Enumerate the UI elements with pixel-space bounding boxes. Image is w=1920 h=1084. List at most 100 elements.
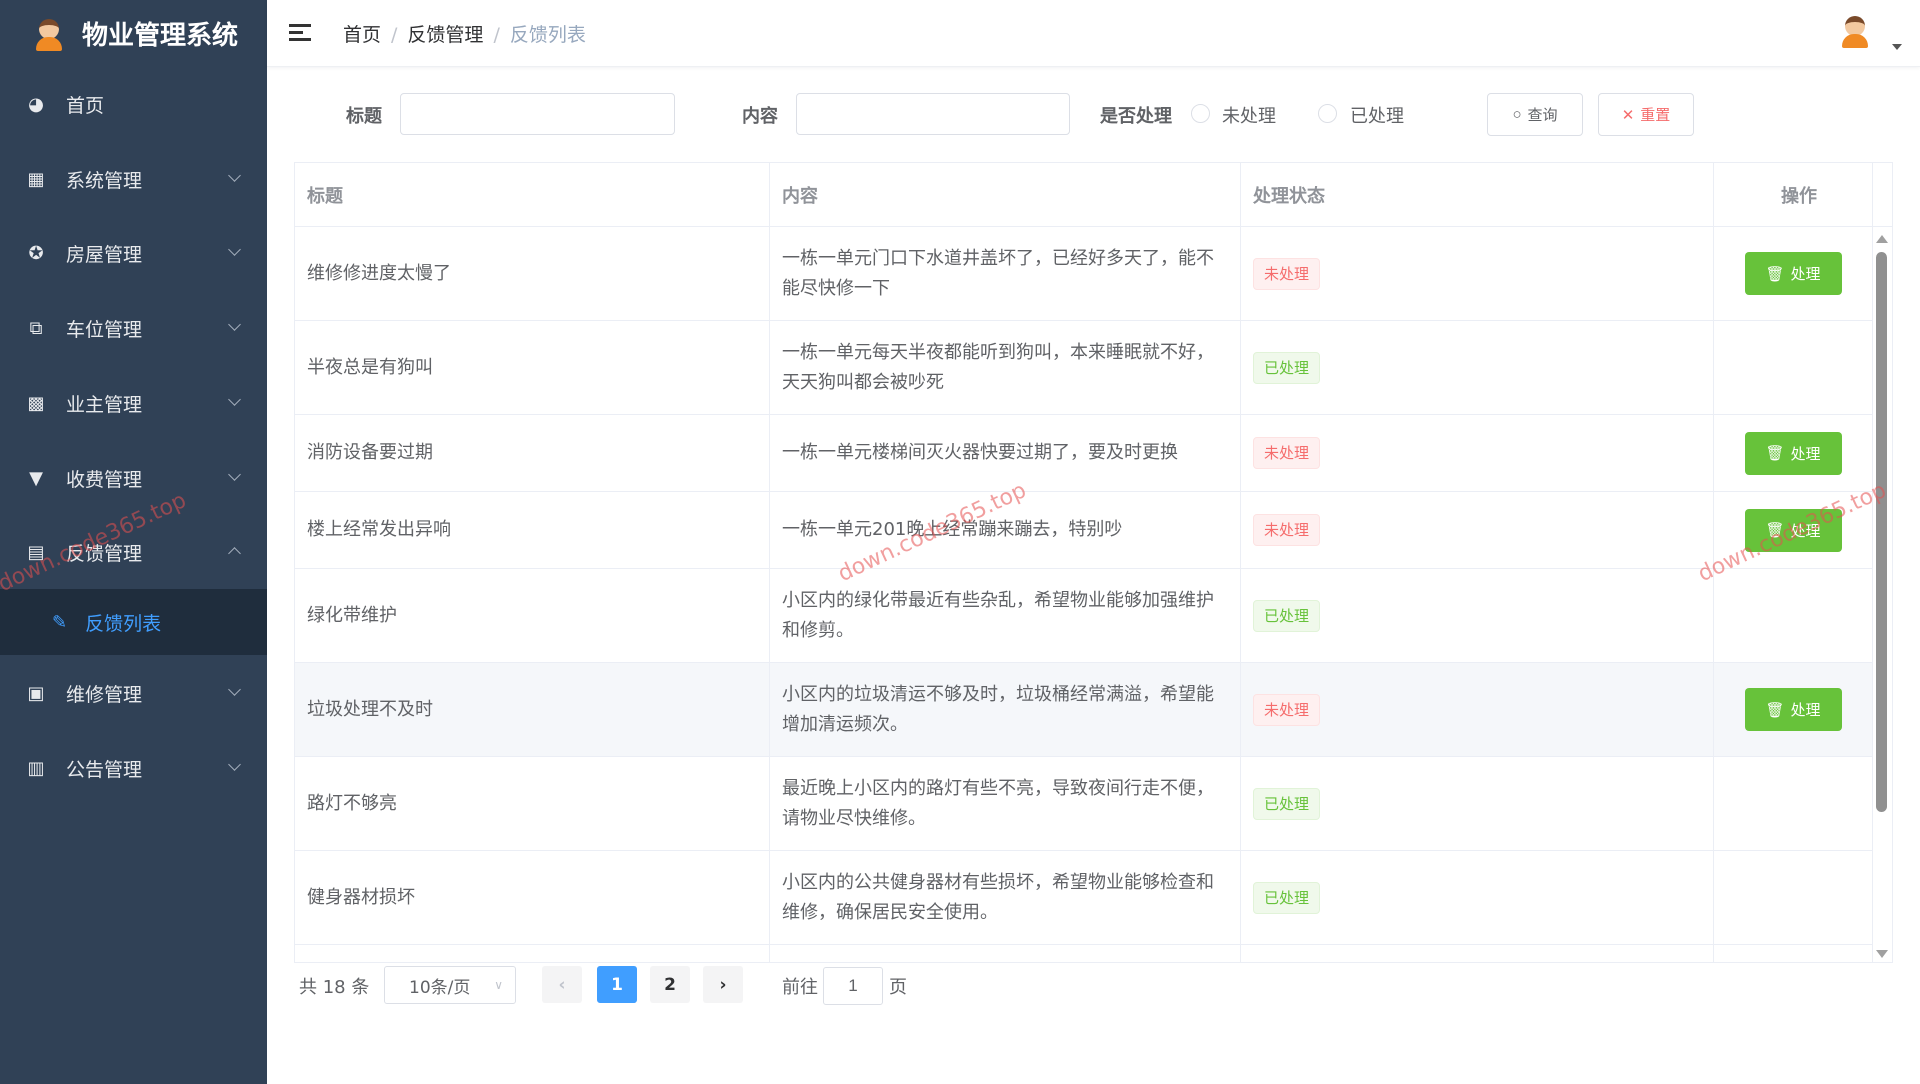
cell-content: 一栋一单元门口下水道井盖坏了，已经好多天了，能不能尽快修一下 <box>770 227 1241 320</box>
title-filter-label: 标题 <box>346 102 382 128</box>
status-badge: 已处理 <box>1253 788 1320 820</box>
document-icon: ▥ <box>26 758 46 778</box>
page-1-button[interactable]: 1 <box>597 966 637 1003</box>
cell-title: 维修修进度太慢了 <box>295 227 770 320</box>
cell-content: 一栋一单元每天半夜都能听到狗叫，本来睡眠就不好，天天狗叫都会被吵死 <box>770 321 1241 414</box>
cell-content: 小区内的绿化带最近有些杂乱，希望物业能够加强维护和修剪。 <box>770 569 1241 662</box>
status-badge: 已处理 <box>1253 352 1320 384</box>
sidebar-item-notice[interactable]: ▥公告管理 <box>0 738 267 798</box>
radio-processed[interactable] <box>1318 104 1337 123</box>
reset-button[interactable]: ✕重置 <box>1598 93 1694 136</box>
sidebar-item-label: 业主管理 <box>66 390 142 417</box>
cell-content: 小区内的垃圾清运不够及时，垃圾桶经常满溢，希望能增加清运频次。 <box>770 663 1241 756</box>
chevron-down-icon <box>228 393 241 406</box>
table-scrollbar[interactable] <box>1871 227 1892 963</box>
process-button[interactable]: 🗑 处理 <box>1745 252 1842 295</box>
cell-title: 垃圾处理不及时 <box>295 663 770 756</box>
edit-icon: ✎ <box>52 612 67 633</box>
sidebar-item-house[interactable]: ✪房屋管理 <box>0 223 267 283</box>
sidebar-item-label: 首页 <box>66 91 104 118</box>
logo: 物业管理系统 <box>0 0 267 67</box>
breadcrumb-feedback[interactable]: 反馈管理 <box>407 24 483 46</box>
radio-unprocessed[interactable] <box>1191 104 1210 123</box>
breadcrumb-home[interactable]: 首页 <box>343 24 381 46</box>
grid-icon: ▦ <box>26 169 46 189</box>
table-row: 维修修进度太慢了 一栋一单元门口下水道井盖坏了，已经好多天了，能不能尽快修一下 … <box>295 227 1873 321</box>
process-button[interactable]: 🗑处理 <box>1745 432 1842 475</box>
process-button[interactable]: 🗑处理 <box>1745 688 1842 731</box>
table-row: 路灯不够亮 最近晚上小区内的路灯有些不亮，导致夜间行走不便，请物业尽快维修。 已… <box>295 757 1873 851</box>
sidebar-item-charge[interactable]: ▼收费管理 <box>0 448 267 508</box>
radio-processed-label[interactable]: 已处理 <box>1350 102 1404 128</box>
sidebar-item-repair[interactable]: ▣维修管理 <box>0 663 267 723</box>
trash-icon: 🗑 <box>1765 265 1784 283</box>
sidebar-item-owner[interactable]: ▩ 业主管理 <box>0 373 267 433</box>
title-filter-input[interactable] <box>400 93 675 135</box>
cell-content: 一栋一单元楼梯间灭火器快要过期了，要及时更换 <box>770 415 1241 491</box>
content-filter-label: 内容 <box>742 102 778 128</box>
sidebar-item-home[interactable]: ◕ 首页 <box>0 74 267 134</box>
header: 首页/反馈管理/反馈列表 <box>267 0 1920 67</box>
chevron-down-icon <box>228 169 241 182</box>
sidebar-item-feedback[interactable]: ▤反馈管理 <box>0 522 267 582</box>
cell-title: 路灯不够亮 <box>295 757 770 850</box>
next-page-button[interactable]: › <box>703 966 743 1003</box>
sidebar-item-system[interactable]: ▦ 系统管理 <box>0 149 267 209</box>
process-button[interactable]: 🗑 处理 <box>1745 509 1842 552</box>
user-avatar[interactable] <box>1840 14 1870 48</box>
sidebar-item-parking[interactable]: ⧉车位管理 <box>0 298 267 358</box>
radio-unprocessed-label[interactable]: 未处理 <box>1222 102 1276 128</box>
process-button-label: 处理 <box>1791 699 1821 720</box>
column-header-title: 标题 <box>295 163 770 227</box>
cell-status: 已处理 <box>1241 321 1714 414</box>
chevron-down-icon <box>228 243 241 256</box>
sidebar-subitem-feedback-list[interactable]: ✎ 反馈列表 <box>0 589 267 655</box>
cell-status: 未处理 <box>1241 663 1714 756</box>
process-button-label: 处理 <box>1791 520 1821 541</box>
parking-icon: ⧉ <box>26 318 46 338</box>
cell-status: 已处理 <box>1241 757 1714 850</box>
trash-icon: 🗑 <box>1765 444 1784 462</box>
content-filter-input[interactable] <box>796 93 1070 135</box>
chevron-up-icon <box>228 547 241 560</box>
caret-down-icon[interactable] <box>1892 44 1902 50</box>
page-size-select[interactable]: 10条/页∨ <box>384 966 516 1004</box>
page-2-button[interactable]: 2 <box>650 966 690 1003</box>
cell-content: 最近晚上小区内的路灯有些不亮，导致夜间行走不便，请物业尽快维修。 <box>770 757 1241 850</box>
cashier-icon: ▼ <box>26 468 46 488</box>
pagination-total: 共 18 条 <box>299 966 369 1006</box>
menu-toggle-icon[interactable] <box>289 24 311 42</box>
cell-title: 消防设备要过期 <box>295 415 770 491</box>
table-row: 绿化带维护 小区内的绿化带最近有些杂乱，希望物业能够加强维护和修剪。 已处理 <box>295 569 1873 663</box>
column-header-content: 内容 <box>770 163 1241 227</box>
cell-action <box>1714 851 1873 944</box>
table-body: 维修修进度太慢了 一栋一单元门口下水道井盖坏了，已经好多天了，能不能尽快修一下 … <box>295 227 1873 963</box>
search-button-label: 查询 <box>1528 104 1558 125</box>
table-row: 消防设备要过期 一栋一单元楼梯间灭火器快要过期了，要及时更换 未处理 🗑处理 <box>295 415 1873 492</box>
status-badge: 未处理 <box>1253 437 1320 469</box>
trash-icon: 🗑 <box>1765 521 1784 539</box>
goto-page-input[interactable] <box>823 967 883 1005</box>
page-size-value: 10条/页 <box>409 973 470 998</box>
prev-page-button[interactable]: ‹ <box>542 966 582 1003</box>
search-icon: ○ <box>1512 106 1521 123</box>
cell-title: 半夜总是有狗叫 <box>295 321 770 414</box>
cell-status: 已处理 <box>1241 569 1714 662</box>
logo-avatar-icon <box>34 17 64 51</box>
cell-content: 小区内的公共健身器材有些损坏，希望物业能够检查和维修，确保居民安全使用。 <box>770 851 1241 944</box>
status-badge: 未处理 <box>1253 694 1320 726</box>
sidebar-item-label: 反馈列表 <box>85 609 161 636</box>
dashboard-icon: ◕ <box>26 94 46 114</box>
sidebar-item-label: 系统管理 <box>66 166 142 193</box>
page-suffix: 页 <box>889 966 907 1006</box>
close-icon: ✕ <box>1622 106 1635 124</box>
status-badge: 未处理 <box>1253 258 1320 290</box>
status-badge: 已处理 <box>1253 882 1320 914</box>
cell-status: 未处理 <box>1241 227 1714 320</box>
process-button-label: 处理 <box>1791 263 1821 284</box>
cell-action: 🗑 处理 <box>1714 492 1873 568</box>
status-badge: 未处理 <box>1253 514 1320 546</box>
search-button[interactable]: ○ 查询 <box>1487 93 1583 136</box>
apps-icon: ▩ <box>26 393 46 413</box>
compass-icon: ✪ <box>26 243 46 263</box>
